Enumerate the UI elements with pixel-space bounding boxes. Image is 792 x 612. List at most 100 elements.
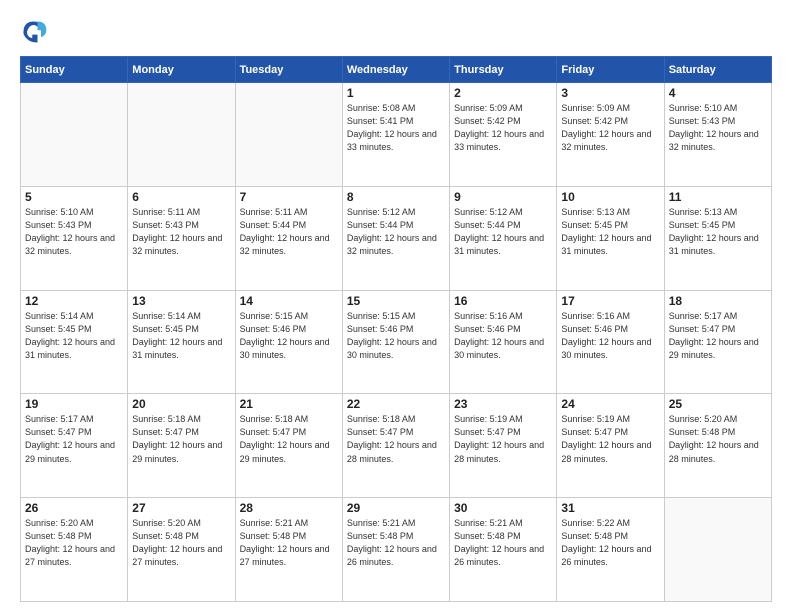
weekday-header-friday: Friday <box>557 57 664 83</box>
day-info: Sunrise: 5:18 AM Sunset: 5:47 PM Dayligh… <box>240 413 338 465</box>
day-info: Sunrise: 5:15 AM Sunset: 5:46 PM Dayligh… <box>240 310 338 362</box>
day-info: Sunrise: 5:09 AM Sunset: 5:42 PM Dayligh… <box>454 102 552 154</box>
header <box>20 18 772 46</box>
day-info: Sunrise: 5:08 AM Sunset: 5:41 PM Dayligh… <box>347 102 445 154</box>
day-number: 22 <box>347 397 445 411</box>
page: SundayMondayTuesdayWednesdayThursdayFrid… <box>0 0 792 612</box>
day-info: Sunrise: 5:17 AM Sunset: 5:47 PM Dayligh… <box>25 413 123 465</box>
calendar-cell: 13 Sunrise: 5:14 AM Sunset: 5:45 PM Dayl… <box>128 290 235 394</box>
day-number: 17 <box>561 294 659 308</box>
weekday-header-wednesday: Wednesday <box>342 57 449 83</box>
day-number: 20 <box>132 397 230 411</box>
day-number: 27 <box>132 501 230 515</box>
calendar-cell: 22 Sunrise: 5:18 AM Sunset: 5:47 PM Dayl… <box>342 394 449 498</box>
day-info: Sunrise: 5:16 AM Sunset: 5:46 PM Dayligh… <box>454 310 552 362</box>
day-number: 31 <box>561 501 659 515</box>
day-info: Sunrise: 5:18 AM Sunset: 5:47 PM Dayligh… <box>132 413 230 465</box>
day-info: Sunrise: 5:09 AM Sunset: 5:42 PM Dayligh… <box>561 102 659 154</box>
day-info: Sunrise: 5:10 AM Sunset: 5:43 PM Dayligh… <box>669 102 767 154</box>
calendar-cell: 16 Sunrise: 5:16 AM Sunset: 5:46 PM Dayl… <box>450 290 557 394</box>
calendar-cell: 5 Sunrise: 5:10 AM Sunset: 5:43 PM Dayli… <box>21 186 128 290</box>
calendar-cell: 26 Sunrise: 5:20 AM Sunset: 5:48 PM Dayl… <box>21 498 128 602</box>
day-info: Sunrise: 5:19 AM Sunset: 5:47 PM Dayligh… <box>454 413 552 465</box>
week-row-5: 26 Sunrise: 5:20 AM Sunset: 5:48 PM Dayl… <box>21 498 772 602</box>
day-info: Sunrise: 5:12 AM Sunset: 5:44 PM Dayligh… <box>347 206 445 258</box>
week-row-3: 12 Sunrise: 5:14 AM Sunset: 5:45 PM Dayl… <box>21 290 772 394</box>
day-number: 6 <box>132 190 230 204</box>
day-number: 14 <box>240 294 338 308</box>
day-number: 18 <box>669 294 767 308</box>
day-number: 4 <box>669 86 767 100</box>
weekday-header-monday: Monday <box>128 57 235 83</box>
weekday-header-sunday: Sunday <box>21 57 128 83</box>
day-info: Sunrise: 5:11 AM Sunset: 5:44 PM Dayligh… <box>240 206 338 258</box>
day-number: 12 <box>25 294 123 308</box>
calendar-cell: 21 Sunrise: 5:18 AM Sunset: 5:47 PM Dayl… <box>235 394 342 498</box>
calendar-cell: 1 Sunrise: 5:08 AM Sunset: 5:41 PM Dayli… <box>342 83 449 187</box>
day-number: 13 <box>132 294 230 308</box>
day-info: Sunrise: 5:10 AM Sunset: 5:43 PM Dayligh… <box>25 206 123 258</box>
calendar-cell <box>21 83 128 187</box>
day-number: 29 <box>347 501 445 515</box>
logo <box>20 18 52 46</box>
day-number: 1 <box>347 86 445 100</box>
calendar-cell: 20 Sunrise: 5:18 AM Sunset: 5:47 PM Dayl… <box>128 394 235 498</box>
calendar-cell: 25 Sunrise: 5:20 AM Sunset: 5:48 PM Dayl… <box>664 394 771 498</box>
day-number: 24 <box>561 397 659 411</box>
day-number: 15 <box>347 294 445 308</box>
calendar-cell: 19 Sunrise: 5:17 AM Sunset: 5:47 PM Dayl… <box>21 394 128 498</box>
calendar-cell: 8 Sunrise: 5:12 AM Sunset: 5:44 PM Dayli… <box>342 186 449 290</box>
day-info: Sunrise: 5:14 AM Sunset: 5:45 PM Dayligh… <box>132 310 230 362</box>
day-number: 19 <box>25 397 123 411</box>
day-info: Sunrise: 5:15 AM Sunset: 5:46 PM Dayligh… <box>347 310 445 362</box>
calendar-cell <box>664 498 771 602</box>
calendar-cell: 7 Sunrise: 5:11 AM Sunset: 5:44 PM Dayli… <box>235 186 342 290</box>
day-number: 3 <box>561 86 659 100</box>
calendar-cell: 27 Sunrise: 5:20 AM Sunset: 5:48 PM Dayl… <box>128 498 235 602</box>
calendar-cell: 11 Sunrise: 5:13 AM Sunset: 5:45 PM Dayl… <box>664 186 771 290</box>
day-number: 8 <box>347 190 445 204</box>
weekday-header-row: SundayMondayTuesdayWednesdayThursdayFrid… <box>21 57 772 83</box>
calendar-table: SundayMondayTuesdayWednesdayThursdayFrid… <box>20 56 772 602</box>
day-info: Sunrise: 5:13 AM Sunset: 5:45 PM Dayligh… <box>561 206 659 258</box>
day-number: 23 <box>454 397 552 411</box>
day-info: Sunrise: 5:21 AM Sunset: 5:48 PM Dayligh… <box>454 517 552 569</box>
calendar-cell: 24 Sunrise: 5:19 AM Sunset: 5:47 PM Dayl… <box>557 394 664 498</box>
day-info: Sunrise: 5:18 AM Sunset: 5:47 PM Dayligh… <box>347 413 445 465</box>
calendar-cell: 2 Sunrise: 5:09 AM Sunset: 5:42 PM Dayli… <box>450 83 557 187</box>
day-info: Sunrise: 5:11 AM Sunset: 5:43 PM Dayligh… <box>132 206 230 258</box>
day-info: Sunrise: 5:20 AM Sunset: 5:48 PM Dayligh… <box>669 413 767 465</box>
day-number: 7 <box>240 190 338 204</box>
day-info: Sunrise: 5:20 AM Sunset: 5:48 PM Dayligh… <box>25 517 123 569</box>
day-info: Sunrise: 5:20 AM Sunset: 5:48 PM Dayligh… <box>132 517 230 569</box>
day-info: Sunrise: 5:22 AM Sunset: 5:48 PM Dayligh… <box>561 517 659 569</box>
day-number: 9 <box>454 190 552 204</box>
week-row-2: 5 Sunrise: 5:10 AM Sunset: 5:43 PM Dayli… <box>21 186 772 290</box>
day-number: 21 <box>240 397 338 411</box>
calendar-cell: 12 Sunrise: 5:14 AM Sunset: 5:45 PM Dayl… <box>21 290 128 394</box>
calendar-cell: 14 Sunrise: 5:15 AM Sunset: 5:46 PM Dayl… <box>235 290 342 394</box>
day-info: Sunrise: 5:21 AM Sunset: 5:48 PM Dayligh… <box>347 517 445 569</box>
calendar-cell: 18 Sunrise: 5:17 AM Sunset: 5:47 PM Dayl… <box>664 290 771 394</box>
calendar-cell: 9 Sunrise: 5:12 AM Sunset: 5:44 PM Dayli… <box>450 186 557 290</box>
calendar-cell: 15 Sunrise: 5:15 AM Sunset: 5:46 PM Dayl… <box>342 290 449 394</box>
day-info: Sunrise: 5:21 AM Sunset: 5:48 PM Dayligh… <box>240 517 338 569</box>
day-number: 2 <box>454 86 552 100</box>
day-info: Sunrise: 5:13 AM Sunset: 5:45 PM Dayligh… <box>669 206 767 258</box>
calendar-cell: 10 Sunrise: 5:13 AM Sunset: 5:45 PM Dayl… <box>557 186 664 290</box>
day-number: 25 <box>669 397 767 411</box>
weekday-header-tuesday: Tuesday <box>235 57 342 83</box>
calendar-cell <box>128 83 235 187</box>
week-row-1: 1 Sunrise: 5:08 AM Sunset: 5:41 PM Dayli… <box>21 83 772 187</box>
day-number: 28 <box>240 501 338 515</box>
logo-icon <box>20 18 48 46</box>
calendar-cell: 6 Sunrise: 5:11 AM Sunset: 5:43 PM Dayli… <box>128 186 235 290</box>
day-info: Sunrise: 5:19 AM Sunset: 5:47 PM Dayligh… <box>561 413 659 465</box>
day-number: 30 <box>454 501 552 515</box>
weekday-header-thursday: Thursday <box>450 57 557 83</box>
calendar-cell: 28 Sunrise: 5:21 AM Sunset: 5:48 PM Dayl… <box>235 498 342 602</box>
day-number: 26 <box>25 501 123 515</box>
calendar-cell <box>235 83 342 187</box>
day-number: 5 <box>25 190 123 204</box>
day-number: 11 <box>669 190 767 204</box>
